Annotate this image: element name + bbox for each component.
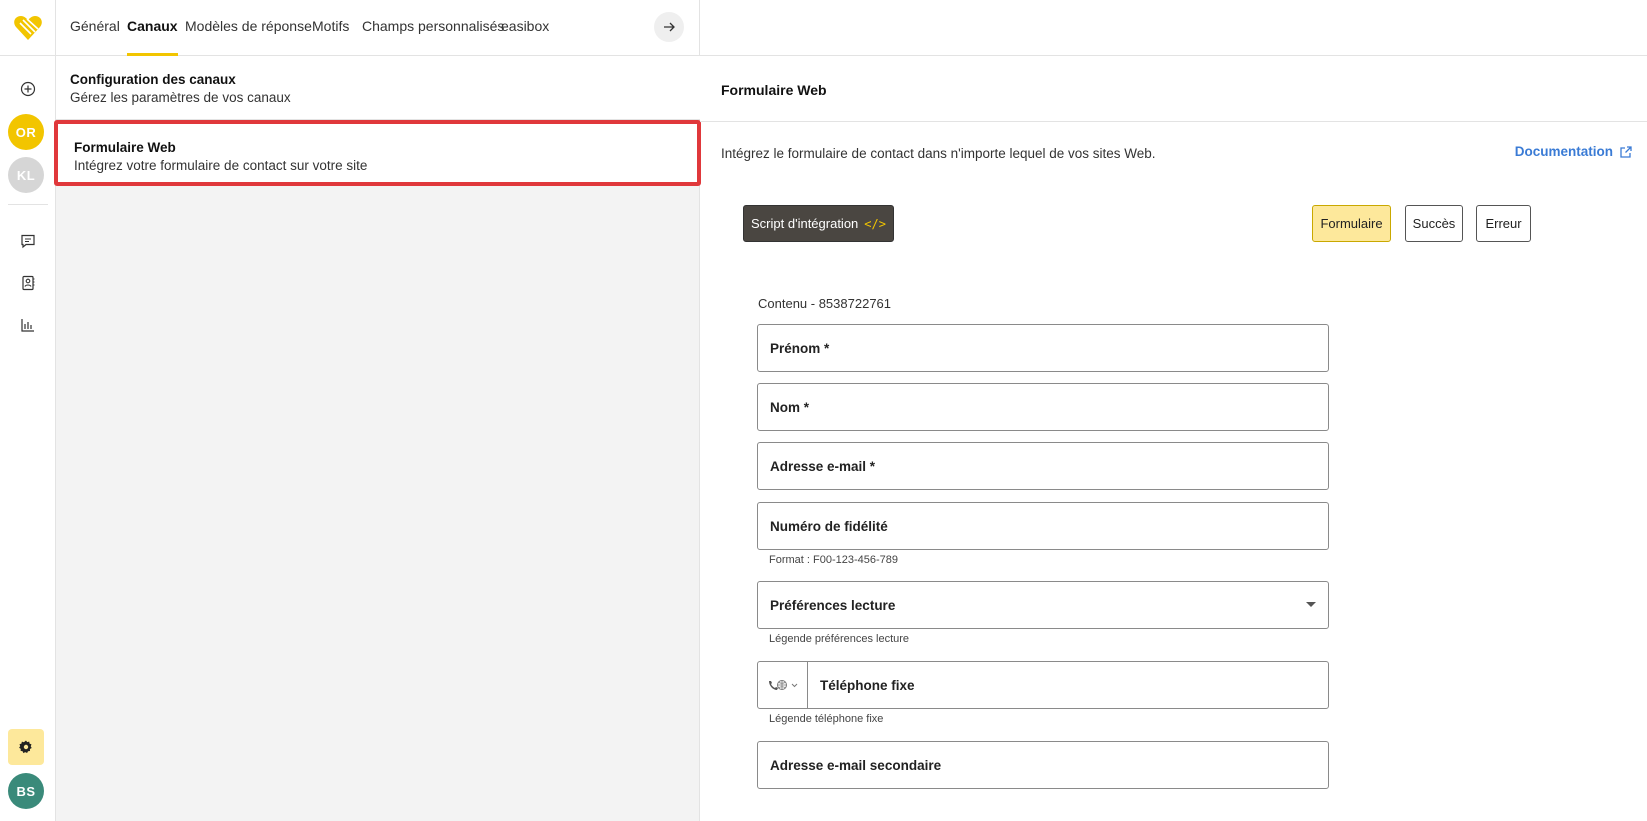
panel-divider [700, 121, 1647, 122]
reading-preferences-select[interactable]: Préférences lecture [757, 581, 1329, 629]
list-item-web-form[interactable]: Formulaire Web Intégrez votre formulaire… [54, 120, 701, 186]
app: OR KL BS Général Canaux Modèles de répon… [0, 0, 1647, 821]
chat-icon[interactable] [10, 223, 46, 259]
contact-card-icon[interactable] [10, 265, 46, 301]
reading-preferences-label: Préférences lecture [770, 597, 896, 613]
chevron-down-icon [791, 683, 798, 687]
list-item-title: Configuration des canaux [70, 72, 236, 87]
tab-canaux[interactable]: Canaux [127, 0, 178, 56]
external-link-icon [1620, 145, 1632, 158]
loyalty-number-hint: Format : F00-123-456-789 [769, 554, 899, 566]
documentation-link-label: Documentation [1514, 144, 1613, 159]
tab-easibox[interactable]: easibox [501, 0, 549, 56]
panel-description: Intégrez le formulaire de contact dans n… [721, 146, 1156, 161]
country-code-selector[interactable] [758, 662, 808, 708]
user-avatar[interactable]: BS [8, 773, 44, 809]
first-name-field[interactable]: Prénom * [757, 324, 1329, 372]
list-item-subtitle: Gérez les paramètres de vos canaux [70, 90, 291, 105]
gear-icon[interactable] [8, 729, 44, 765]
documentation-link[interactable]: Documentation [1515, 144, 1633, 159]
chevron-down-icon [1306, 602, 1316, 607]
settings-tabs: Général Canaux Modèles de réponse Motifs… [56, 0, 700, 56]
integration-script-button[interactable]: Script d'intégration </> [743, 205, 894, 242]
list-item-title: Formulaire Web [74, 140, 176, 155]
tab-champs-personnalises[interactable]: Champs personnalisés [362, 0, 504, 56]
bar-chart-icon[interactable] [10, 307, 46, 343]
landline-phone-label: Téléphone fixe [820, 677, 915, 693]
email-field[interactable]: Adresse e-mail * [757, 442, 1329, 490]
list-item-subtitle: Intégrez votre formulaire de contact sur… [74, 158, 368, 173]
code-icon: </> [864, 216, 886, 231]
logo[interactable] [0, 0, 56, 56]
panel-title: Formulaire Web [721, 82, 827, 98]
landline-phone-field[interactable]: Téléphone fixe [757, 661, 1329, 709]
view-erreur-button[interactable]: Erreur [1476, 205, 1531, 242]
left-rail: OR KL BS [0, 0, 56, 821]
web-form-panel: Formulaire Web Intégrez le formulaire de… [700, 56, 1647, 821]
integration-script-label: Script d'intégration [751, 216, 859, 231]
view-succes-button[interactable]: Succès [1405, 205, 1463, 242]
loyalty-number-field[interactable]: Numéro de fidélité [757, 502, 1329, 550]
arrow-right-icon[interactable] [654, 12, 684, 42]
heart-logo-icon [14, 15, 42, 40]
last-name-field[interactable]: Nom * [757, 383, 1329, 431]
secondary-email-field[interactable]: Adresse e-mail secondaire [757, 741, 1329, 789]
tab-modeles-reponse[interactable]: Modèles de réponse [185, 0, 312, 56]
content-label: Contenu - 8538722761 [758, 296, 892, 311]
rail-divider [8, 204, 48, 205]
tab-motifs[interactable]: Motifs [312, 0, 349, 56]
phone-globe-icon [769, 680, 787, 690]
tab-general[interactable]: Général [70, 0, 120, 56]
add-circle-icon[interactable] [10, 71, 46, 107]
top-bar-right [700, 0, 1647, 56]
avatar-kl[interactable]: KL [8, 157, 44, 193]
avatar-or[interactable]: OR [8, 114, 44, 150]
view-formulaire-button[interactable]: Formulaire [1312, 205, 1391, 242]
list-item-configuration[interactable]: Configuration des canaux Gérez les param… [56, 56, 700, 120]
landline-phone-hint: Légende téléphone fixe [769, 713, 884, 725]
channel-list: Configuration des canaux Gérez les param… [54, 56, 701, 821]
reading-preferences-hint: Légende préférences lecture [769, 633, 910, 645]
